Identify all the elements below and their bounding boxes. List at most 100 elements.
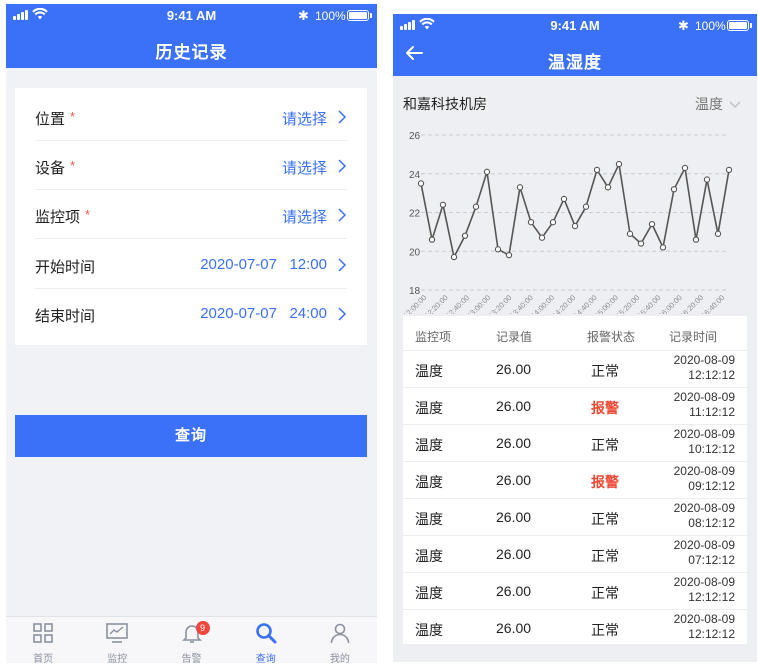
data-point bbox=[549, 219, 557, 226]
record-clock: 10:12:12 bbox=[688, 442, 735, 456]
data-point bbox=[472, 203, 480, 210]
cell-value: 26.00 bbox=[496, 583, 532, 599]
table-row[interactable]: 温度 26.00 正常 2020-08-09 10:12:12 bbox=[403, 424, 747, 461]
tab-label: 首页 bbox=[33, 654, 54, 663]
form-row-label: 设备 * bbox=[35, 157, 75, 178]
search-icon bbox=[255, 623, 277, 644]
cell-alarm-status: 正常 bbox=[591, 511, 619, 527]
data-point bbox=[538, 234, 546, 241]
required-mark: * bbox=[70, 109, 76, 124]
record-clock: 12:12:12 bbox=[688, 368, 735, 382]
tab-bar: 首页 监控 9 告警 查询 我的 bbox=[6, 616, 377, 663]
table-row[interactable]: 温度 26.00 正常 2020-08-09 12:12:12 bbox=[403, 609, 747, 646]
chart-section: 和嘉科技机房 温度 18 20 22 24 26 12:00:00 12:20:00 12:4… bbox=[393, 76, 757, 314]
form-row[interactable]: 监控项 * 请选择 bbox=[35, 190, 347, 240]
room-name: 和嘉科技机房 bbox=[403, 96, 487, 112]
record-clock: 09:12:12 bbox=[688, 479, 735, 493]
data-point bbox=[593, 166, 601, 174]
form-row[interactable]: 开始时间 2020-07-07 12:00 bbox=[35, 240, 347, 289]
column-header: 监控项 bbox=[415, 330, 452, 344]
cell-item: 温度 bbox=[415, 511, 443, 527]
record-date: 2020-08-09 bbox=[673, 575, 735, 589]
record-date: 2020-08-09 bbox=[673, 464, 735, 478]
temperature-line-chart: 182022242612:00:0012:20:0012:40:0013:00:… bbox=[401, 131, 733, 314]
cell-value: 26.00 bbox=[496, 472, 532, 488]
form-row-label-text: 开始时间 bbox=[35, 258, 96, 276]
data-point bbox=[692, 236, 700, 243]
form-row-value: 2020-07-07 12:00 bbox=[200, 255, 327, 273]
table-row[interactable]: 温度 26.00 报警 2020-08-09 11:12:12 bbox=[403, 387, 747, 424]
data-point bbox=[659, 244, 667, 251]
x-tick-label: 16:40:00 bbox=[699, 293, 726, 314]
table-row[interactable]: 温度 26.00 正常 2020-08-09 12:12:12 bbox=[403, 350, 747, 387]
data-point bbox=[428, 236, 436, 243]
tab-4[interactable]: 我的 bbox=[303, 617, 377, 663]
data-point bbox=[648, 220, 656, 228]
table-row[interactable]: 温度 26.00 正常 2020-08-09 07:12:12 bbox=[403, 535, 747, 572]
chevron-right-icon bbox=[338, 159, 347, 173]
record-date: 2020-08-09 bbox=[673, 612, 735, 626]
chevron-right-icon bbox=[338, 110, 347, 124]
battery-icon bbox=[347, 10, 372, 21]
cell-value: 26.00 bbox=[496, 435, 532, 451]
tab-3[interactable]: 查询 bbox=[229, 617, 303, 663]
page-title: 历史记录 bbox=[155, 43, 228, 62]
monitor-chart-icon bbox=[106, 623, 129, 643]
data-point bbox=[714, 230, 722, 237]
form-row-label-text: 监控项 bbox=[35, 209, 81, 227]
history-screen: 9:41 AM ✱ 100% 历史记录 位置 * 请选择 设备 * 请选择 监控项 * 请选择开… bbox=[6, 4, 377, 663]
data-point bbox=[505, 251, 513, 259]
data-point bbox=[571, 222, 579, 230]
cell-record-time: 2020-08-09 09:12:12 bbox=[674, 464, 735, 494]
metric-dropdown[interactable]: 温度 bbox=[695, 94, 741, 114]
cell-alarm-status: 正常 bbox=[591, 437, 619, 453]
temperature-humidity-screen: 9:41 AM ✱ 100% 温湿度 和嘉科技机房 温度 18 20 22 24 26 1… bbox=[393, 14, 757, 662]
cell-alarm-status: 正常 bbox=[591, 548, 619, 564]
tab-0[interactable]: 首页 bbox=[6, 617, 80, 663]
y-tick-label: 26 bbox=[409, 131, 421, 142]
cell-item: 温度 bbox=[415, 437, 443, 453]
column-header: 记录时间 bbox=[669, 330, 718, 344]
bluetooth-icon: ✱ bbox=[678, 18, 689, 33]
cell-value: 26.00 bbox=[496, 546, 532, 562]
form-row-label-text: 结束时间 bbox=[35, 307, 96, 325]
header-bar: 9:41 AM ✱ 100% 温湿度 bbox=[393, 14, 757, 76]
y-tick-label: 22 bbox=[409, 209, 421, 220]
y-tick-label: 20 bbox=[409, 247, 421, 258]
table-row[interactable]: 温度 26.00 正常 2020-08-09 12:12:12 bbox=[403, 572, 747, 609]
data-point bbox=[494, 246, 502, 253]
record-date: 2020-08-09 bbox=[673, 501, 735, 515]
form-row-label: 监控项 * bbox=[35, 206, 90, 227]
series-line bbox=[420, 163, 730, 258]
cell-value: 26.00 bbox=[496, 361, 532, 377]
data-point bbox=[626, 230, 634, 237]
cell-item: 温度 bbox=[415, 363, 443, 379]
required-mark: * bbox=[85, 207, 91, 223]
form-row[interactable]: 结束时间 2020-07-07 24:00 bbox=[35, 289, 347, 338]
tab-2[interactable]: 9 告警 bbox=[154, 617, 228, 663]
record-date: 2020-08-09 bbox=[673, 427, 735, 441]
chevron-right-icon bbox=[338, 258, 347, 272]
record-clock: 08:12:12 bbox=[688, 516, 735, 530]
record-clock: 12:12:12 bbox=[688, 627, 735, 641]
column-header: 报警状态 bbox=[587, 330, 636, 344]
table-header: 监控项 记录值 报警状态 记录时间 bbox=[403, 316, 747, 350]
cell-item: 温度 bbox=[415, 474, 443, 490]
tab-label: 查询 bbox=[255, 654, 276, 663]
tab-1[interactable]: 监控 bbox=[80, 617, 154, 663]
battery-percent: 100% bbox=[695, 19, 726, 33]
page-title: 温湿度 bbox=[548, 53, 602, 72]
form-row[interactable]: 设备 * 请选择 bbox=[35, 141, 347, 191]
table-row[interactable]: 温度 26.00 正常 2020-08-09 08:12:12 bbox=[403, 498, 747, 535]
query-button[interactable]: 查询 bbox=[15, 415, 367, 457]
battery-icon bbox=[727, 20, 752, 31]
alert-count-badge: 9 bbox=[195, 621, 210, 635]
data-point bbox=[615, 160, 623, 168]
table-row[interactable]: 温度 26.00 报警 2020-08-09 09:12:12 bbox=[403, 461, 747, 498]
data-point bbox=[450, 253, 458, 261]
record-clock: 11:12:12 bbox=[689, 405, 735, 419]
form-row-label-text: 位置 bbox=[35, 111, 66, 128]
form-row[interactable]: 位置 * 请选择 bbox=[35, 92, 347, 141]
cell-alarm-status: 正常 bbox=[591, 585, 619, 601]
form-row-value: 请选择 bbox=[281, 160, 327, 178]
